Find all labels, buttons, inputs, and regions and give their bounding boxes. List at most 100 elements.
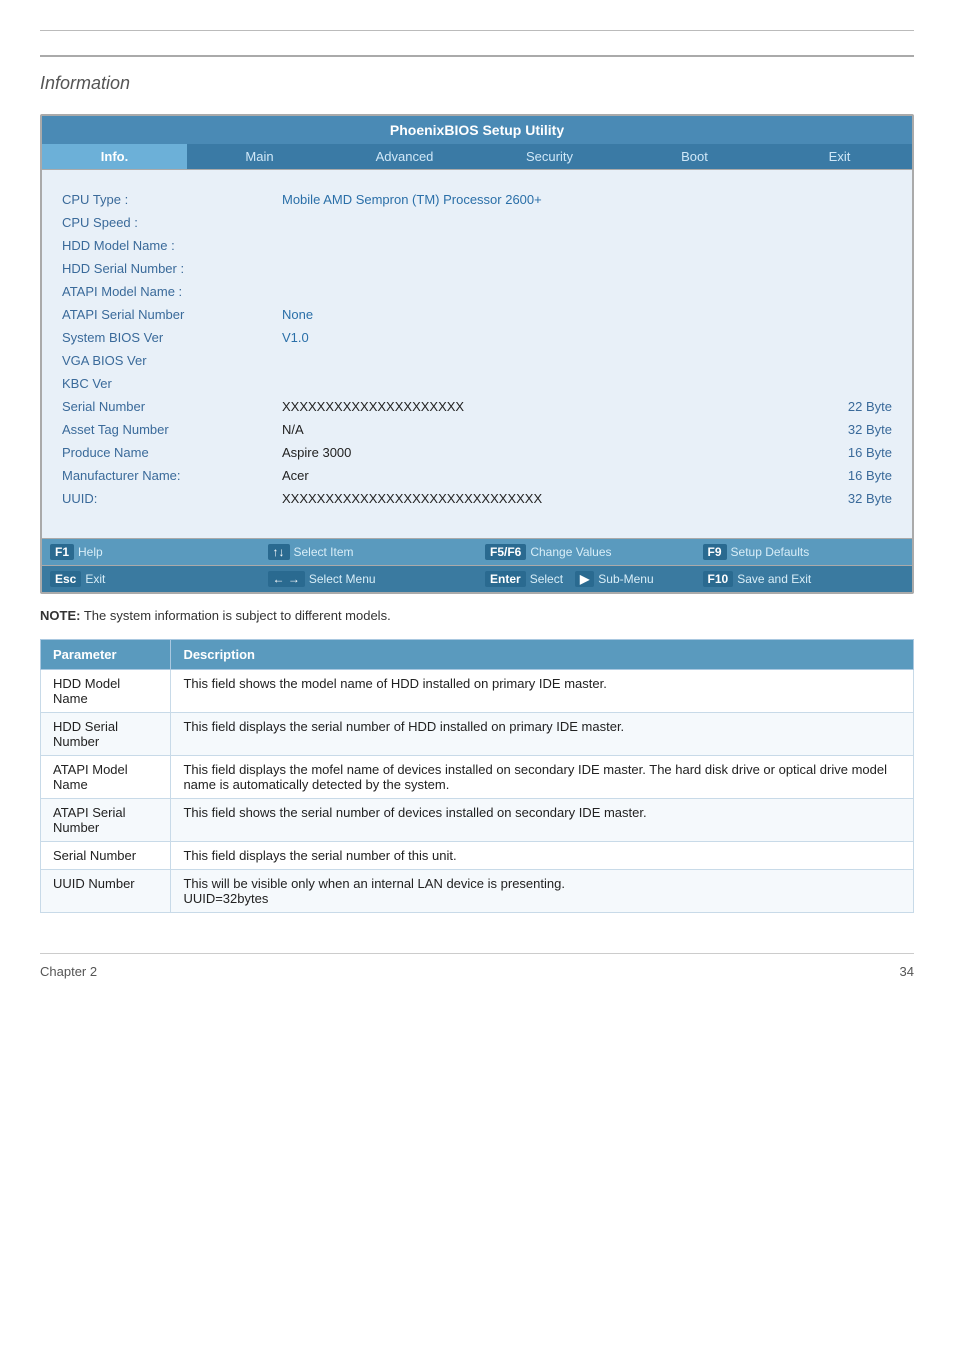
status-f10: F10 Save and Exit bbox=[695, 566, 913, 592]
col-description: Description bbox=[171, 640, 914, 670]
cpu-speed-value bbox=[282, 213, 892, 232]
key-esc: Esc bbox=[50, 571, 81, 587]
serial-number-row: XXXXXXXXXXXXXXXXXXXXX 22 Byte bbox=[282, 397, 892, 416]
hdd-model-label: HDD Model Name : bbox=[62, 236, 282, 255]
footer: Chapter 2 34 bbox=[40, 953, 914, 979]
hdd-serial-label: HDD Serial Number : bbox=[62, 259, 282, 278]
nav-boot[interactable]: Boot bbox=[622, 144, 767, 169]
asset-tag-value: N/A bbox=[282, 422, 304, 437]
manufacturer-byte: 16 Byte bbox=[848, 468, 892, 483]
nav-info[interactable]: Info. bbox=[42, 144, 187, 169]
cpu-type-value: Mobile AMD Sempron (TM) Processor 2600+ bbox=[282, 190, 892, 209]
bios-content: CPU Type : Mobile AMD Sempron (TM) Proce… bbox=[42, 170, 912, 538]
key-arrows: ↑↓ bbox=[268, 544, 290, 560]
key-f9: F9 bbox=[703, 544, 727, 560]
note-text: NOTE: The system information is subject … bbox=[40, 608, 914, 623]
param-cell: ATAPI Serial Number bbox=[41, 799, 171, 842]
param-cell: HDD Model Name bbox=[41, 670, 171, 713]
bios-nav: Info. Main Advanced Security Boot Exit bbox=[42, 144, 912, 170]
status-f5f6: F5/F6 Change Values bbox=[477, 539, 695, 565]
status-esc: Esc Exit bbox=[42, 566, 260, 592]
produce-name-byte: 16 Byte bbox=[848, 445, 892, 460]
status-arrows: ↑↓ Select Item bbox=[260, 539, 478, 565]
nav-main[interactable]: Main bbox=[187, 144, 332, 169]
key-f1: F1 bbox=[50, 544, 74, 560]
manufacturer-label: Manufacturer Name: bbox=[62, 466, 282, 485]
page-title: Information bbox=[40, 55, 914, 94]
key-f5f6: F5/F6 bbox=[485, 544, 526, 560]
vga-bios-value bbox=[282, 351, 892, 370]
page-number: 34 bbox=[900, 964, 914, 979]
desc-cell: This field displays the mofel name of de… bbox=[171, 756, 914, 799]
vga-bios-label: VGA BIOS Ver bbox=[62, 351, 282, 370]
bios-ver-label: System BIOS Ver bbox=[62, 328, 282, 347]
desc-select-item: Select Item bbox=[294, 545, 354, 559]
atapi-model-value bbox=[282, 282, 892, 301]
desc-cell: This field shows the model name of HDD i… bbox=[171, 670, 914, 713]
kbc-ver-value bbox=[282, 374, 892, 393]
desc-exit: Exit bbox=[85, 572, 105, 586]
asset-tag-row: N/A 32 Byte bbox=[282, 420, 892, 439]
atapi-serial-label: ATAPI Serial Number bbox=[62, 305, 282, 324]
bios-panel: PhoenixBIOS Setup Utility Info. Main Adv… bbox=[40, 114, 914, 594]
bios-fields: CPU Type : Mobile AMD Sempron (TM) Proce… bbox=[62, 190, 892, 508]
status-f1: F1 Help bbox=[42, 539, 260, 565]
table-row: ATAPI Model NameThis field displays the … bbox=[41, 756, 914, 799]
param-cell: ATAPI Model Name bbox=[41, 756, 171, 799]
atapi-model-label: ATAPI Model Name : bbox=[62, 282, 282, 301]
parameter-table: Parameter Description HDD Model NameThis… bbox=[40, 639, 914, 913]
status-enter: Enter Select ▶ Sub-Menu bbox=[477, 566, 695, 592]
desc-select-menu: Select Menu bbox=[309, 572, 376, 586]
serial-number-byte: 22 Byte bbox=[848, 399, 892, 414]
desc-submenu: Sub-Menu bbox=[598, 572, 653, 586]
nav-exit[interactable]: Exit bbox=[767, 144, 912, 169]
kbc-ver-label: KBC Ver bbox=[62, 374, 282, 393]
serial-number-value: XXXXXXXXXXXXXXXXXXXXX bbox=[282, 399, 464, 414]
table-row: UUID NumberThis will be visible only whe… bbox=[41, 870, 914, 913]
uuid-value: XXXXXXXXXXXXXXXXXXXXXXXXXXXXXX bbox=[282, 491, 542, 506]
asset-tag-byte: 32 Byte bbox=[848, 422, 892, 437]
table-row: ATAPI Serial NumberThis field shows the … bbox=[41, 799, 914, 842]
key-f10: F10 bbox=[703, 571, 734, 587]
produce-name-row: Aspire 3000 16 Byte bbox=[282, 443, 892, 462]
status-bar-1: F1 Help ↑↓ Select Item F5/F6 Change Valu… bbox=[42, 538, 912, 565]
serial-number-label: Serial Number bbox=[62, 397, 282, 416]
desc-change-values: Change Values bbox=[530, 545, 611, 559]
asset-tag-label: Asset Tag Number bbox=[62, 420, 282, 439]
status-bar-2: Esc Exit ← → Select Menu Enter Select ▶ … bbox=[42, 565, 912, 592]
nav-advanced[interactable]: Advanced bbox=[332, 144, 477, 169]
uuid-byte: 32 Byte bbox=[848, 491, 892, 506]
manufacturer-row: Acer 16 Byte bbox=[282, 466, 892, 485]
col-parameter: Parameter bbox=[41, 640, 171, 670]
param-cell: Serial Number bbox=[41, 842, 171, 870]
note-label: NOTE: bbox=[40, 608, 80, 623]
note-desc: The system information is subject to dif… bbox=[84, 608, 391, 623]
desc-cell: This field shows the serial number of de… bbox=[171, 799, 914, 842]
produce-name-label: Produce Name bbox=[62, 443, 282, 462]
atapi-serial-value: None bbox=[282, 305, 892, 324]
cpu-type-label: CPU Type : bbox=[62, 190, 282, 209]
desc-select: Select bbox=[530, 572, 563, 586]
uuid-label: UUID: bbox=[62, 489, 282, 508]
key-lr-arrows: ← → bbox=[268, 571, 305, 587]
bios-title: PhoenixBIOS Setup Utility bbox=[42, 116, 912, 144]
uuid-row: XXXXXXXXXXXXXXXXXXXXXXXXXXXXXX 32 Byte bbox=[282, 489, 892, 508]
table-row: Serial NumberThis field displays the ser… bbox=[41, 842, 914, 870]
desc-cell: This will be visible only when an intern… bbox=[171, 870, 914, 913]
table-row: HDD Model NameThis field shows the model… bbox=[41, 670, 914, 713]
desc-setup-defaults: Setup Defaults bbox=[731, 545, 810, 559]
status-lr-arrows: ← → Select Menu bbox=[260, 566, 478, 592]
manufacturer-value: Acer bbox=[282, 468, 309, 483]
desc-save-exit: Save and Exit bbox=[737, 572, 811, 586]
nav-security[interactable]: Security bbox=[477, 144, 622, 169]
hdd-serial-value bbox=[282, 259, 892, 278]
status-f9: F9 Setup Defaults bbox=[695, 539, 913, 565]
produce-name-value: Aspire 3000 bbox=[282, 445, 351, 460]
desc-cell: This field displays the serial number of… bbox=[171, 713, 914, 756]
bios-ver-value: V1.0 bbox=[282, 328, 892, 347]
hdd-model-value bbox=[282, 236, 892, 255]
key-submenu: ▶ bbox=[575, 571, 594, 587]
desc-cell: This field displays the serial number of… bbox=[171, 842, 914, 870]
chapter-label: Chapter 2 bbox=[40, 964, 97, 979]
key-enter: Enter bbox=[485, 571, 526, 587]
